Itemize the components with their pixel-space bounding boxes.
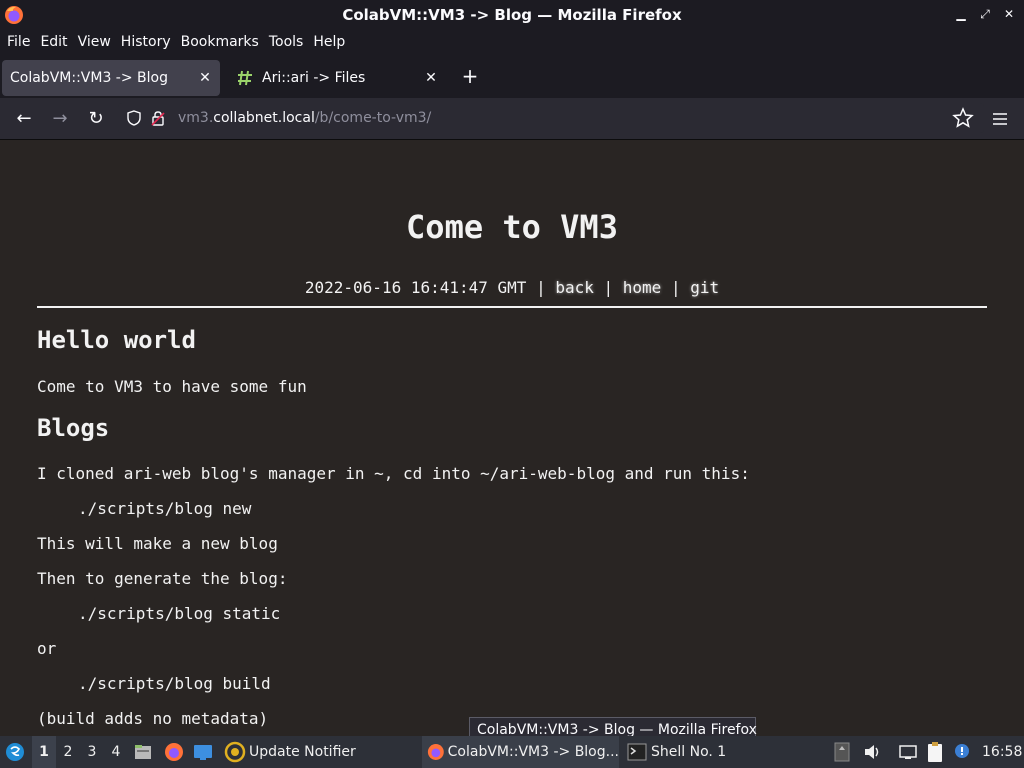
navigation-toolbar: ← → ↻ vm3.collabnet.local/b/come-to-vm3/ — [0, 98, 1024, 140]
code-blog-static: ./scripts/blog static — [78, 604, 281, 623]
file-manager-icon[interactable] — [133, 736, 155, 768]
menu-tools[interactable]: Tools — [269, 34, 304, 50]
heading-hello-world: Hello world — [37, 326, 196, 354]
code-blog-build: ./scripts/blog build — [78, 674, 271, 693]
git-link[interactable]: git — [690, 278, 719, 297]
forward-arrow-icon[interactable]: → — [48, 107, 72, 131]
workspace-3[interactable]: 3 — [80, 736, 104, 768]
menu-bookmarks[interactable]: Bookmarks — [181, 34, 259, 50]
menu-help[interactable]: Help — [313, 34, 345, 50]
post-timestamp: 2022-06-16 16:41:47 GMT — [304, 278, 527, 297]
paragraph-generate: Then to generate the blog: — [37, 569, 288, 588]
minimize-button[interactable]: ▁ — [954, 6, 968, 22]
shell-task-label: Shell No. 1 — [651, 744, 727, 760]
url-bar[interactable]: vm3.collabnet.local/b/come-to-vm3/ — [118, 103, 984, 133]
tab-colabvm-blog[interactable]: ColabVM::VM3 -> Blog ✕ — [2, 60, 220, 96]
bookmark-star-icon[interactable] — [952, 107, 974, 129]
firefox-task-button[interactable]: ColabVM::VM3 -> Blog... — [422, 736, 619, 768]
network-icon[interactable] — [898, 736, 920, 768]
home-link[interactable]: home — [623, 278, 662, 297]
maximize-button[interactable]: ⤢ — [978, 6, 992, 22]
shield-icon[interactable] — [126, 110, 142, 126]
update-notifier-label: Update Notifier — [249, 744, 356, 760]
url-text[interactable]: vm3.collabnet.local/b/come-to-vm3/ — [178, 110, 431, 126]
paragraph-new-blog: This will make a new blog — [37, 534, 278, 553]
page-title: Come to VM3 — [406, 208, 618, 246]
taskbar: 1 2 3 4 Update Notifier ColabVM::VM3 -> … — [0, 736, 1024, 768]
code-blog-new: ./scripts/blog new — [78, 499, 252, 518]
update-notifier[interactable]: Update Notifier — [224, 736, 356, 768]
menu-edit[interactable]: Edit — [40, 34, 67, 50]
back-arrow-icon[interactable]: ← — [12, 107, 36, 131]
clipboard-icon[interactable] — [926, 736, 948, 768]
window-title: ColabVM::VM3 -> Blog — Mozilla Firefox — [342, 6, 682, 24]
menu-view[interactable]: View — [78, 34, 111, 50]
firefox-icon — [427, 744, 444, 760]
firefox-task-label: ColabVM::VM3 -> Blog... — [447, 744, 619, 760]
tab-label: Ari::ari -> Files — [262, 70, 366, 86]
firefox-launcher-icon[interactable] — [164, 736, 186, 768]
separator: | — [593, 278, 623, 297]
start-menu-icon[interactable] — [4, 736, 30, 768]
url-host-prefix: vm3. — [178, 110, 214, 126]
reload-icon[interactable]: ↻ — [84, 107, 108, 131]
heading-blogs: Blogs — [37, 414, 110, 442]
update-notifier-icon — [224, 741, 246, 763]
workspace-1[interactable]: 1 — [32, 736, 56, 768]
app-menu-icon[interactable] — [990, 107, 1010, 131]
post-meta: 2022-06-16 16:41:47 GMT | back | home | … — [0, 278, 1024, 297]
separator: | — [526, 278, 556, 297]
paragraph-build-note: (build adds no metadata) — [37, 709, 269, 728]
close-window-button[interactable]: ✕ — [1002, 6, 1016, 22]
tab-ari-files[interactable]: Ari::ari -> Files ✕ — [228, 60, 446, 96]
tab-label: ColabVM::VM3 -> Blog — [10, 70, 168, 86]
workspace-2[interactable]: 2 — [56, 736, 80, 768]
window-titlebar: ColabVM::VM3 -> Blog — Mozilla Firefox ▁… — [0, 0, 1024, 30]
paragraph-cloned: I cloned ari-web blog's manager in ~, cd… — [37, 464, 750, 483]
menu-bar: File Edit View History Bookmarks Tools H… — [0, 30, 1024, 54]
close-tab-icon[interactable]: ✕ — [194, 70, 216, 86]
new-tab-button[interactable]: + — [458, 64, 482, 88]
volume-icon[interactable] — [862, 736, 884, 768]
close-tab-icon[interactable]: ✕ — [420, 70, 442, 86]
paragraph-intro: Come to VM3 to have some fun — [37, 377, 307, 396]
shell-task-button[interactable]: Shell No. 1 — [627, 736, 726, 768]
terminal-icon — [627, 743, 647, 761]
page-content: Come to VM3 2022-06-16 16:41:47 GMT | ba… — [0, 140, 1024, 736]
desktop-icon[interactable] — [192, 736, 216, 768]
scroll-tray-icon[interactable] — [834, 736, 854, 768]
workspace-4[interactable]: 4 — [104, 736, 128, 768]
tab-bar: ColabVM::VM3 -> Blog ✕ Ari::ari -> Files… — [0, 56, 1024, 98]
url-host: collabnet.local — [213, 110, 315, 126]
url-path: /b/come-to-vm3/ — [314, 110, 432, 126]
menu-file[interactable]: File — [7, 34, 30, 50]
back-link[interactable]: back — [555, 278, 594, 297]
clock[interactable]: 16:58 — [982, 736, 1022, 768]
divider — [37, 306, 987, 308]
separator: | — [661, 278, 691, 297]
lock-icon[interactable] — [150, 110, 166, 126]
hash-favicon-icon — [238, 70, 252, 86]
menu-history[interactable]: History — [121, 34, 171, 50]
notification-icon[interactable] — [952, 736, 974, 768]
paragraph-or: or — [37, 639, 57, 658]
